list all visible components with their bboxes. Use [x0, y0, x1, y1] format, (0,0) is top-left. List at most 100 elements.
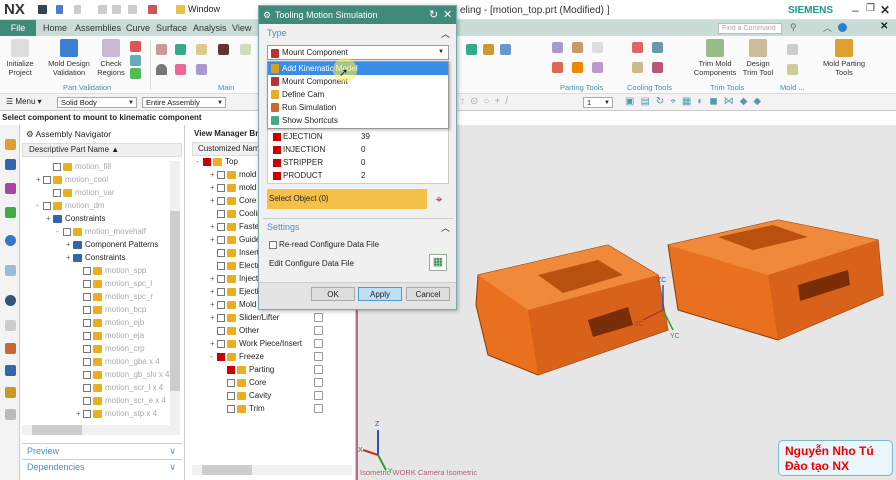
- visibility-checkbox[interactable]: [217, 339, 225, 348]
- menu-button[interactable]: ☰ Menu ▾: [6, 97, 42, 106]
- layer-settings-icon[interactable]: [314, 339, 323, 348]
- type-option[interactable]: Run Simulation: [268, 101, 448, 114]
- type-section-header[interactable]: Type: [267, 28, 287, 38]
- tree-node[interactable]: - motion_movehalf: [56, 225, 146, 238]
- window-menu[interactable]: Window: [188, 4, 220, 14]
- visibility-checkbox[interactable]: [217, 209, 225, 218]
- expand-toggle[interactable]: +: [210, 194, 217, 207]
- include-checkbox[interactable]: [273, 132, 281, 141]
- visibility-checkbox[interactable]: [217, 235, 225, 244]
- tree-node[interactable]: motion_spc_r: [76, 290, 153, 303]
- close-button[interactable]: ✕: [880, 3, 890, 17]
- expand-toggle[interactable]: +: [210, 181, 217, 194]
- visibility-checkbox[interactable]: [217, 300, 225, 309]
- minimize-button[interactable]: –: [852, 3, 859, 17]
- expand-toggle[interactable]: -: [36, 199, 43, 212]
- expand-toggle[interactable]: +: [210, 285, 217, 298]
- analysis-icon[interactable]: [130, 55, 141, 66]
- cooling-icon[interactable]: [632, 62, 643, 73]
- mold-icon[interactable]: [787, 44, 798, 55]
- expand-toggle[interactable]: +: [210, 168, 217, 181]
- visibility-checkbox[interactable]: [83, 396, 91, 405]
- design-trim-tool-button[interactable]: Design Trim Tool: [740, 39, 776, 77]
- visibility-checkbox[interactable]: [217, 352, 225, 361]
- redo-icon[interactable]: [74, 5, 81, 14]
- expand-toggle[interactable]: +: [36, 173, 43, 186]
- settings-section-header[interactable]: Settings: [267, 222, 300, 232]
- tree-node[interactable]: - motion_dm: [36, 199, 105, 212]
- find-command-input[interactable]: Find a Command: [718, 23, 782, 34]
- tree-node[interactable]: + Component Patterns: [66, 238, 158, 251]
- expand-toggle[interactable]: +: [210, 298, 217, 311]
- tab-view[interactable]: View: [232, 20, 251, 36]
- tree-node[interactable]: motion_scr_l x 4: [76, 381, 163, 394]
- dependencies-panel-header[interactable]: Dependencies ∨: [22, 459, 182, 473]
- cooling-icon[interactable]: [632, 42, 643, 53]
- parting-icon[interactable]: [572, 42, 583, 53]
- roles-icon[interactable]: [5, 343, 16, 354]
- collapse-settings-icon[interactable]: ︿: [441, 221, 450, 234]
- tab-analysis[interactable]: Analysis: [193, 20, 227, 36]
- trim-mold-components-button[interactable]: Trim Mold Components: [692, 39, 738, 77]
- expand-toggle[interactable]: -: [210, 350, 217, 363]
- crosshair-icon[interactable]: ⌖: [429, 189, 449, 209]
- tree-node[interactable]: + Constraints: [66, 251, 125, 264]
- visibility-checkbox[interactable]: [217, 248, 225, 257]
- expand-toggle[interactable]: +: [210, 272, 217, 285]
- expand-toggle[interactable]: -: [56, 225, 63, 238]
- tool-icon[interactable]: [196, 64, 207, 75]
- dialog-close-icon[interactable]: ✕: [443, 6, 452, 24]
- reuse-library-icon[interactable]: [5, 207, 16, 218]
- visibility-checkbox[interactable]: [217, 196, 225, 205]
- expand-toggle[interactable]: +: [210, 233, 217, 246]
- tree-node[interactable]: + motion_stp x 4: [76, 407, 157, 420]
- layer-settings-icon[interactable]: [314, 391, 323, 400]
- layer-settings-icon[interactable]: [314, 313, 323, 322]
- window-icon[interactable]: [176, 5, 185, 14]
- spreadsheet-icon[interactable]: ▦: [429, 254, 447, 271]
- visibility-checkbox[interactable]: [217, 183, 225, 192]
- tree-node[interactable]: + motion_cool: [36, 173, 108, 186]
- view-manager-node[interactable]: + mold: [210, 168, 256, 181]
- mold-part-right[interactable]: [667, 219, 884, 341]
- paste-icon[interactable]: [128, 5, 137, 14]
- view-manager-node[interactable]: - Freeze: [210, 350, 264, 363]
- tree-node[interactable]: motion_gb_slv x 4: [76, 368, 169, 381]
- mold-design-validation-button[interactable]: Mold Design Validation: [44, 39, 94, 77]
- parting-icon[interactable]: [572, 62, 583, 73]
- history-icon[interactable]: [5, 265, 16, 276]
- visibility-checkbox[interactable]: [227, 391, 235, 400]
- mold-part-left[interactable]: [475, 244, 669, 376]
- type-select[interactable]: Mount Component ▼: [267, 45, 449, 60]
- view-manager-node[interactable]: Parting: [220, 363, 274, 376]
- type-option[interactable]: Add Kinematic Model: [268, 62, 448, 75]
- view-manager-node[interactable]: + Slider/Lifter: [210, 311, 279, 324]
- visibility-checkbox[interactable]: [53, 162, 61, 171]
- visibility-checkbox[interactable]: [83, 305, 91, 314]
- assembly-navigator-icon[interactable]: [5, 139, 16, 150]
- analysis-icon[interactable]: [130, 68, 141, 79]
- constraint-navigator-icon[interactable]: [5, 159, 16, 170]
- tab-assemblies[interactable]: Assemblies: [75, 20, 121, 36]
- expand-toggle[interactable]: +: [210, 337, 217, 350]
- ok-button[interactable]: OK: [311, 287, 355, 301]
- expand-toggle[interactable]: -: [196, 155, 203, 168]
- view-manager-node[interactable]: + Mold: [210, 298, 256, 311]
- mold-icon[interactable]: [787, 64, 798, 75]
- reset-icon[interactable]: ↻: [429, 6, 438, 24]
- close-part-button[interactable]: ✕: [880, 21, 888, 32]
- view-manager-node[interactable]: Insert: [210, 246, 259, 259]
- apply-button[interactable]: Apply: [358, 287, 402, 301]
- expand-toggle[interactable]: +: [210, 220, 217, 233]
- cooling-icon[interactable]: [652, 42, 663, 53]
- view-manager-node[interactable]: Cavity: [220, 389, 271, 402]
- tab-home[interactable]: Home: [43, 20, 67, 36]
- visibility-checkbox[interactable]: [217, 222, 225, 231]
- tree-node[interactable]: motion_var: [46, 186, 115, 199]
- visibility-checkbox[interactable]: [217, 274, 225, 283]
- cut-icon[interactable]: [98, 5, 107, 14]
- tool-icon[interactable]: [156, 64, 167, 75]
- view-manager-node[interactable]: Trim: [220, 402, 265, 415]
- layer-settings-icon[interactable]: [314, 326, 323, 335]
- visibility-checkbox[interactable]: [83, 292, 91, 301]
